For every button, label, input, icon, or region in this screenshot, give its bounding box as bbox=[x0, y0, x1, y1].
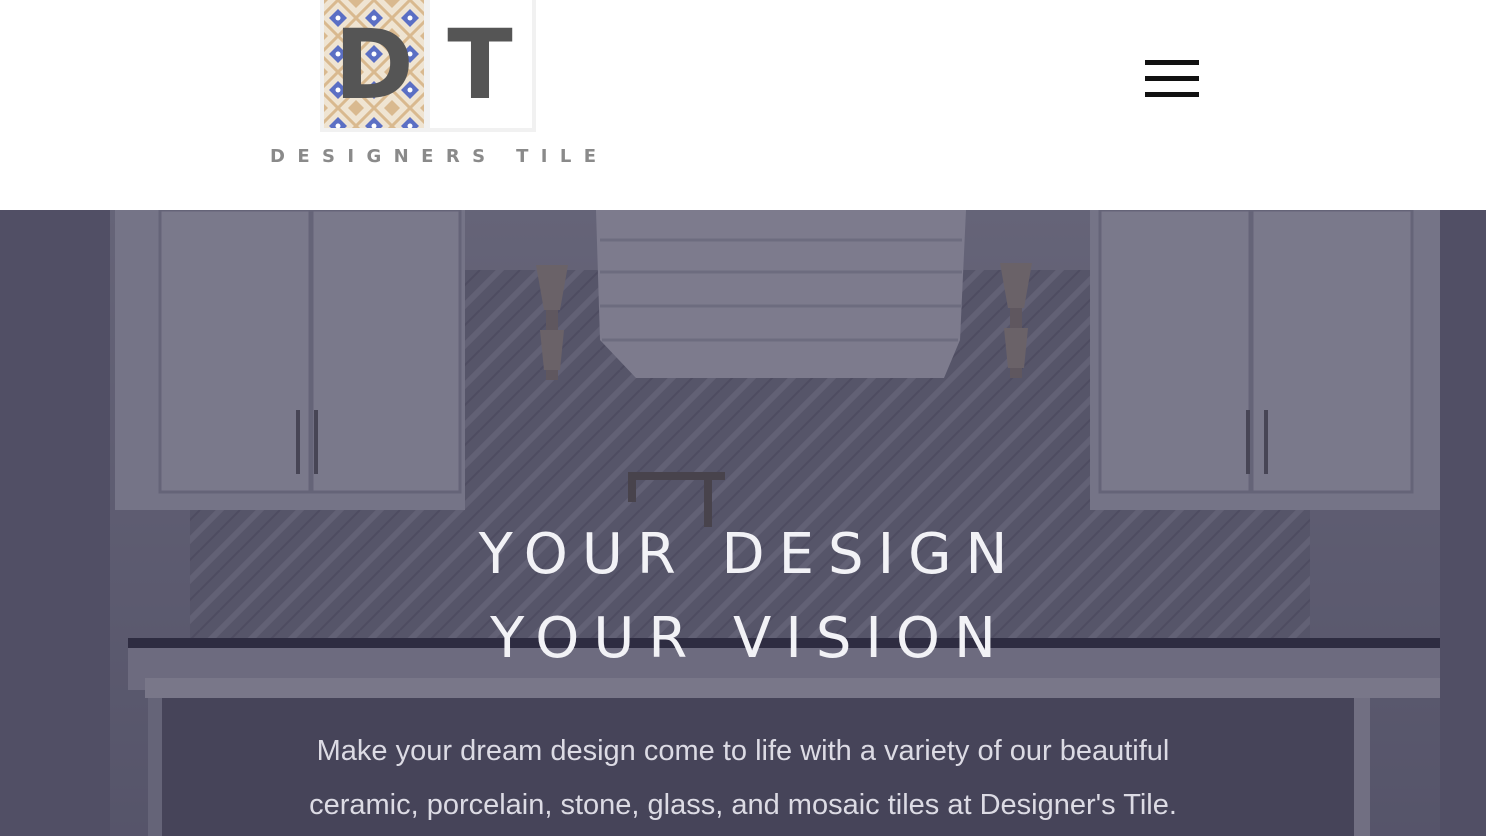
logo-letter-t: T bbox=[447, 9, 512, 121]
site-header: D T DESIGNERS TILE bbox=[0, 0, 1486, 210]
menu-bar bbox=[1145, 92, 1199, 97]
hero-description: Make your dream design come to life with… bbox=[309, 735, 1177, 821]
hamburger-menu-icon[interactable] bbox=[1140, 56, 1204, 102]
site-logo[interactable]: D T DESIGNERS TILE bbox=[270, 0, 600, 175]
logo-letter-d: D bbox=[334, 9, 414, 121]
hero-title-line: YOUR DESIGN bbox=[478, 522, 1022, 587]
menu-bar bbox=[1145, 60, 1199, 65]
logo-wordmark: DESIGNERS TILE bbox=[270, 146, 609, 167]
hero-title-line: YOUR VISION bbox=[490, 606, 1010, 671]
menu-bar bbox=[1145, 76, 1199, 81]
hero-section: YOUR DESIGN YOUR VISION Make your dream … bbox=[0, 210, 1486, 836]
hero-title: YOUR DESIGN YOUR VISION bbox=[0, 513, 1486, 681]
logo-mark: D T bbox=[320, 0, 536, 132]
